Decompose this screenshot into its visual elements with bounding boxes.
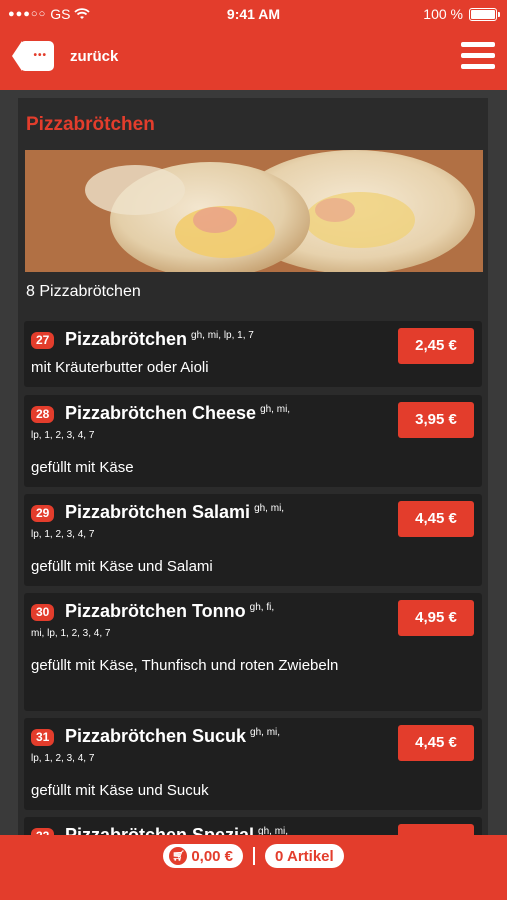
back-button[interactable]: ••• zurück xyxy=(12,41,118,71)
add-to-cart-price-button[interactable]: 3,95 € xyxy=(398,402,474,438)
item-description: mit Kräuterbutter oder Aioli xyxy=(31,359,209,376)
item-name: Pizzabrötchen Sucuk gh, mi, xyxy=(65,726,280,747)
add-to-cart-price-button[interactable]: 4,45 € xyxy=(398,725,474,761)
item-name-text: Pizzabrötchen Sucuk xyxy=(65,726,247,746)
cart-bar: 🛒︎ 0,00 € 0 Artikel xyxy=(0,835,507,900)
item-allergens: gh, mi, xyxy=(254,503,285,514)
add-to-cart-price-button[interactable]: 2,45 € xyxy=(398,328,474,364)
item-name-text: Pizzabrötchen Tonno xyxy=(65,601,246,621)
item-name: Pizzabrötchen Tonno gh, fi, xyxy=(65,601,274,622)
menu-item[interactable]: 28 Pizzabrötchen Cheese gh, mi, lp, 1, 2,… xyxy=(24,395,482,487)
item-allergens: gh, mi, xyxy=(258,826,289,835)
menu-item[interactable]: 29 Pizzabrötchen Salami gh, mi, lp, 1, 2,… xyxy=(24,494,482,586)
item-name-text: Pizzabrötchen Salami xyxy=(65,502,251,522)
item-allergens: gh, fi, xyxy=(249,602,275,613)
item-description: gefüllt mit Käse und Sucuk xyxy=(31,782,209,799)
category-panel: Pizzabrötchen 8 Pizzabrötchen 27 Pizzabr… xyxy=(18,98,488,835)
add-to-cart-price-button[interactable] xyxy=(398,824,474,835)
add-to-cart-price-button[interactable]: 4,45 € xyxy=(398,501,474,537)
battery-icon xyxy=(469,7,500,21)
category-caption: 8 Pizzabrötchen xyxy=(26,283,141,300)
item-allergens: gh, mi, lp, 1, 7 xyxy=(191,330,254,341)
item-allergens: gh, mi, xyxy=(250,727,281,738)
item-name-text: Pizzabrötchen xyxy=(65,329,188,349)
category-image xyxy=(25,150,483,272)
item-number: 29 xyxy=(31,505,55,522)
menu-item[interactable]: 27 Pizzabrötchen gh, mi, lp, 1, 7 mit Krä… xyxy=(24,321,482,387)
content-area[interactable]: Pizzabrötchen 8 Pizzabrötchen 27 Pizzabr… xyxy=(0,90,507,835)
hamburger-menu-icon[interactable] xyxy=(461,42,495,70)
cart-total-button[interactable]: 🛒︎ 0,00 € xyxy=(163,844,244,868)
item-number: 28 xyxy=(31,406,55,423)
item-allergens: gh, mi, xyxy=(260,404,291,415)
item-allergens-continued: lp, 1, 2, 3, 4, 7 xyxy=(31,753,95,764)
nav-bar: ••• zurück xyxy=(0,28,507,90)
item-name: Pizzabrötchen Cheese gh, mi, xyxy=(65,403,290,424)
cart-count: 0 Artikel xyxy=(275,847,334,865)
item-allergens-continued: lp, 1, 2, 3, 4, 7 xyxy=(31,430,95,441)
item-name: Pizzabrötchen gh, mi, lp, 1, 7 xyxy=(65,329,254,350)
battery-percent: 100 % xyxy=(423,6,463,22)
item-number: 32 xyxy=(31,828,55,835)
add-to-cart-price-button[interactable]: 4,95 € xyxy=(398,600,474,636)
item-allergens-continued: lp, 1, 2, 3, 4, 7 xyxy=(31,529,95,540)
menu-item[interactable]: 31 Pizzabrötchen Sucuk gh, mi, lp, 1, 2, … xyxy=(24,718,482,810)
item-description: gefüllt mit Käse und Salami xyxy=(31,558,213,575)
divider xyxy=(253,847,256,865)
menu-item[interactable]: 30 Pizzabrötchen Tonno gh, fi, mi, lp, 1,… xyxy=(24,593,482,711)
item-number: 27 xyxy=(31,332,55,349)
cart-total: 0,00 € xyxy=(191,847,234,865)
item-name: Pizzabrötchen Salami gh, mi, xyxy=(65,502,284,523)
status-bar: ●●●○○ GS 9:41 AM 100 % xyxy=(0,0,507,28)
item-number: 31 xyxy=(31,729,55,746)
item-description: gefüllt mit Käse xyxy=(31,459,134,476)
shopping-cart-icon: 🛒︎ xyxy=(169,847,188,865)
item-name-text: Pizzabrötchen Spezial xyxy=(65,825,255,835)
item-name: Pizzabrötchen Spezial gh, mi, xyxy=(65,825,288,835)
cart-count-button[interactable]: 0 Artikel xyxy=(265,844,344,868)
back-label: zurück xyxy=(70,47,119,65)
battery-info: 100 % xyxy=(423,6,500,22)
item-number: 30 xyxy=(31,604,55,621)
item-description: gefüllt mit Käse, Thunfisch und roten Zw… xyxy=(31,657,339,674)
menu-item[interactable]: 32 Pizzabrötchen Spezialgh, mi, xyxy=(24,817,482,835)
back-arrow-icon: ••• xyxy=(12,41,54,71)
item-allergens-continued: mi, lp, 1, 2, 3, 4, 7 xyxy=(31,628,111,639)
item-name-text: Pizzabrötchen Cheese xyxy=(65,403,257,423)
category-title: Pizzabrötchen xyxy=(26,114,155,135)
